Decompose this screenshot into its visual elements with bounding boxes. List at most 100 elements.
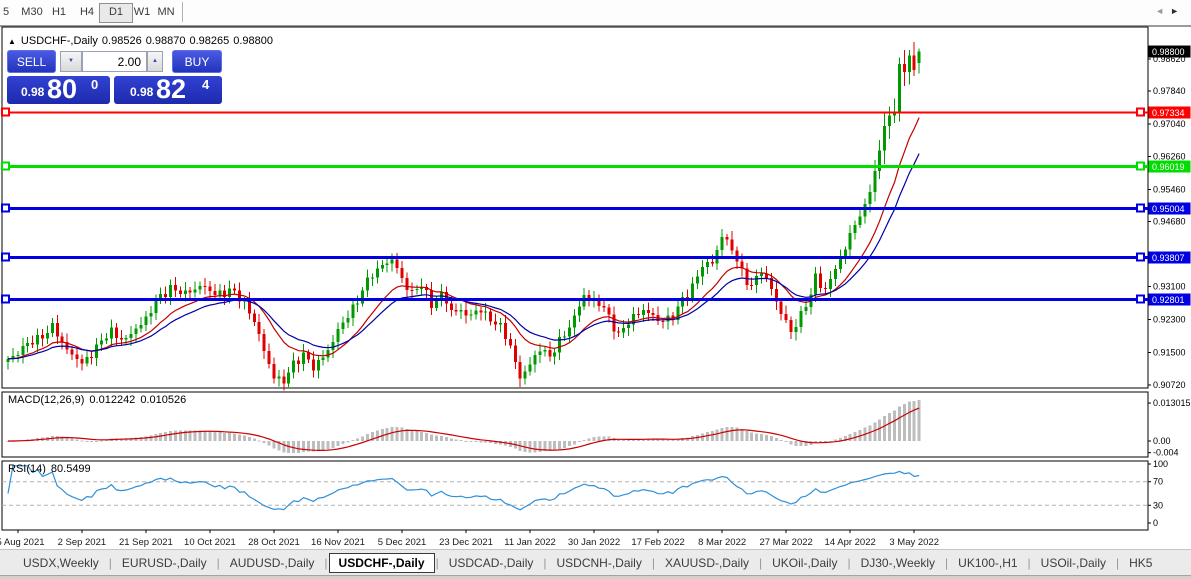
candle-body <box>602 306 605 307</box>
rsi-axis-label: 100 <box>1153 459 1168 469</box>
date-axis-label: 30 Jan 2022 <box>568 537 620 548</box>
volume-decrease-icon[interactable]: ▼ <box>60 51 82 72</box>
line-handle[interactable] <box>1137 205 1144 212</box>
candle-body <box>332 342 335 350</box>
line-handle[interactable] <box>2 254 9 261</box>
current-price-badge-label: 0.98800 <box>1152 47 1185 57</box>
price-axis-label: 0.96260 <box>1153 151 1186 161</box>
candle-body <box>455 310 458 311</box>
line-handle[interactable] <box>1137 109 1144 116</box>
candle-body <box>184 290 187 294</box>
macd-bar <box>228 433 231 441</box>
candle-body <box>361 291 364 304</box>
date-axis-label: 8 Mar 2022 <box>698 537 746 548</box>
macd-bar <box>849 434 852 441</box>
line-handle[interactable] <box>2 163 9 170</box>
macd-bar <box>243 435 246 441</box>
date-axis-label: 21 Sep 2021 <box>119 537 173 548</box>
macd-bar <box>445 437 448 441</box>
candle-body <box>396 260 399 269</box>
panel-frame <box>2 461 1148 530</box>
macd-bar <box>745 431 748 441</box>
line-handle[interactable] <box>1137 254 1144 261</box>
date-axis-label: 28 Oct 2021 <box>248 537 300 548</box>
macd-bar <box>553 441 556 450</box>
buy-button[interactable]: BUY <box>172 50 222 73</box>
candle-body <box>484 311 487 312</box>
volume-input[interactable] <box>82 51 147 72</box>
macd-bar <box>888 413 891 441</box>
macd-bar <box>174 430 177 441</box>
macd-bar <box>75 439 78 441</box>
macd-bar <box>218 432 221 441</box>
candle-body <box>327 350 330 357</box>
macd-bar <box>85 441 88 442</box>
macd-bar <box>583 440 586 441</box>
macd-bar <box>878 420 881 441</box>
candle-body <box>479 311 482 313</box>
candle-body <box>263 334 266 351</box>
candle-body <box>174 285 177 291</box>
candle-body <box>898 64 901 112</box>
line-handle[interactable] <box>2 205 9 212</box>
candle-body <box>292 360 295 372</box>
line-handle[interactable] <box>1137 163 1144 170</box>
macd-bar <box>578 441 581 442</box>
date-axis-label: 14 Apr 2022 <box>825 537 876 548</box>
macd-bar <box>740 429 743 441</box>
line-handle[interactable] <box>2 109 9 116</box>
rsi-axis-label: 30 <box>1153 500 1163 510</box>
macd-histogram <box>7 400 921 453</box>
macd-bar <box>854 432 857 441</box>
macd-bar <box>721 428 724 441</box>
sell-price-display[interactable]: 0.98 80 0 <box>7 76 110 104</box>
candle-body <box>750 285 753 286</box>
candle-body <box>258 322 261 334</box>
price-level-badge-label: 0.93807 <box>1152 253 1185 263</box>
buy-price-display[interactable]: 0.98 82 4 <box>114 76 222 104</box>
macd-bar <box>770 436 773 441</box>
candle-body <box>95 345 98 358</box>
candle-body <box>228 288 231 297</box>
date-axis-label: 10 Oct 2021 <box>184 537 236 548</box>
collapse-arrow-icon[interactable]: ▲ <box>8 37 16 46</box>
candle-body <box>41 335 44 338</box>
macd-bar <box>465 441 468 442</box>
candle-body <box>465 310 468 315</box>
volume-increase-icon[interactable]: ▲ <box>147 51 163 72</box>
candle-body <box>553 352 556 356</box>
macd-axis-label: -0.004 <box>1153 448 1179 458</box>
macd-header: MACD(12,26,9)0.0122420.010526 <box>8 394 191 406</box>
candle-body <box>199 286 202 290</box>
rsi-axis-label: 70 <box>1153 477 1163 487</box>
macd-bar <box>346 441 349 442</box>
trade-controls-row: SELL ▼ ▲ BUY <box>7 50 222 73</box>
candle-body <box>381 265 384 269</box>
candle-body <box>662 321 665 322</box>
candle-body <box>376 269 379 278</box>
candle-body <box>189 290 192 292</box>
candle-body <box>21 346 24 355</box>
candle-body <box>489 311 492 321</box>
candle-body <box>627 324 630 328</box>
candle-body <box>730 239 733 250</box>
candle-body <box>883 126 886 151</box>
sell-button[interactable]: SELL <box>7 50 56 73</box>
sell-price-prefix: 0.98 <box>21 85 44 99</box>
line-handle[interactable] <box>1137 296 1144 303</box>
candle-body <box>514 346 517 363</box>
candle-body <box>149 313 152 316</box>
candle-body <box>386 263 389 264</box>
candle-body <box>524 371 527 378</box>
candle-body <box>652 313 655 315</box>
macd-bar <box>332 441 335 448</box>
price-level-badge-label: 0.97334 <box>1152 108 1185 118</box>
line-handle[interactable] <box>2 296 9 303</box>
candle-body <box>519 362 522 378</box>
price-axis-label: 0.97840 <box>1153 86 1186 96</box>
candle-body <box>607 307 610 314</box>
macd-bar <box>401 428 404 441</box>
macd-bar <box>351 440 354 441</box>
candle-body <box>814 274 817 295</box>
macd-signal-value: 0.010526 <box>140 394 186 406</box>
